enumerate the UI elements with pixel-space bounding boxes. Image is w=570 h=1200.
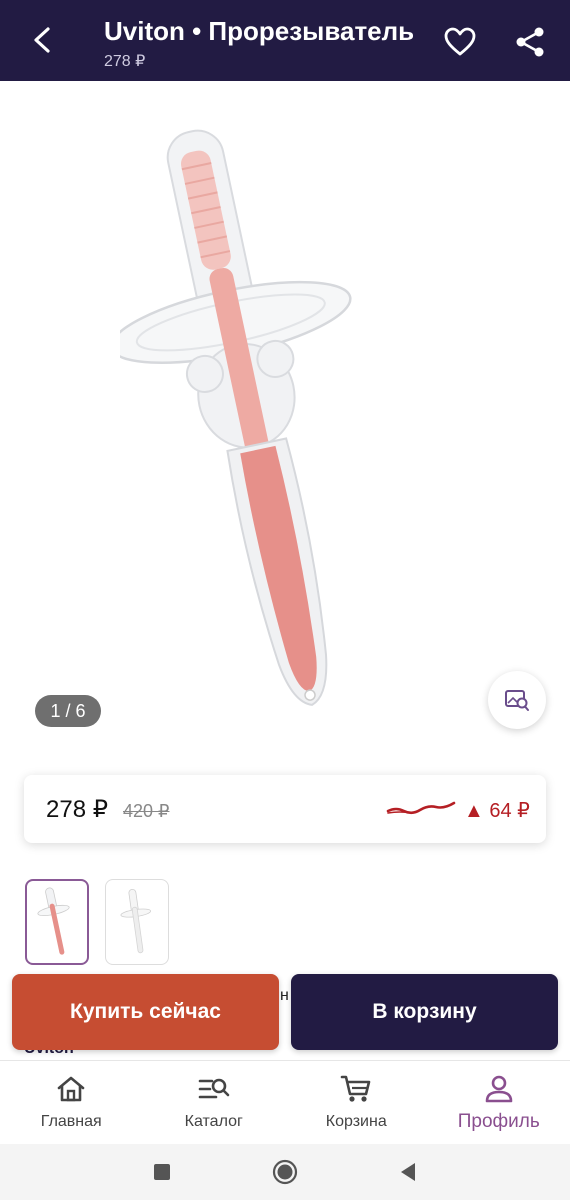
nav-label-cart: Корзина xyxy=(325,1113,387,1130)
back-arrow-icon xyxy=(34,27,50,53)
buy-now-button[interactable]: Купить сейчас xyxy=(12,974,279,1050)
favorite-button[interactable] xyxy=(440,22,480,62)
bottom-navigation: Главная Каталог Корзина Профиль xyxy=(0,1060,570,1144)
price-trend-icon xyxy=(386,801,456,815)
nav-label-profile: Профиль xyxy=(457,1111,540,1132)
nav-item-cart[interactable]: Корзина xyxy=(285,1061,428,1144)
current-price: 278 ₽ xyxy=(46,796,108,823)
header-price: 278 ₽ xyxy=(104,53,146,70)
thumbnail-image xyxy=(120,888,152,954)
nav-item-home[interactable]: Главная xyxy=(0,1061,143,1144)
heart-icon xyxy=(444,27,476,56)
product-image[interactable] xyxy=(120,101,420,731)
home-icon xyxy=(57,1076,85,1102)
description-fragment: н xyxy=(280,987,289,1004)
triangle-back-icon xyxy=(401,1163,416,1181)
circle-icon xyxy=(272,1159,298,1185)
old-price: 420 ₽ xyxy=(123,801,170,821)
thumbnail-image xyxy=(37,887,70,955)
nav-item-catalog[interactable]: Каталог xyxy=(143,1061,286,1144)
visual-search-button[interactable] xyxy=(488,671,546,729)
nav-label-home: Главная xyxy=(40,1113,102,1130)
page-title: Uviton • Прорезыватель xyxy=(104,16,415,46)
back-system-button[interactable] xyxy=(393,1157,423,1187)
add-to-cart-button[interactable]: В корзину xyxy=(291,974,558,1050)
profile-icon xyxy=(485,1075,513,1103)
home-system-button[interactable] xyxy=(270,1157,300,1187)
cart-icon xyxy=(340,1075,371,1102)
share-icon xyxy=(516,27,544,57)
system-navigation-bar xyxy=(0,1144,570,1200)
product-gallery[interactable]: 1 / 6 xyxy=(0,81,570,751)
top-app-bar: Uviton • Прорезыватель 278 ₽ xyxy=(0,0,570,81)
price-card[interactable]: 278 ₽ 420 ₽ ▲ 64 ₽ xyxy=(24,775,546,843)
price-change: ▲ 64 ₽ xyxy=(464,800,530,822)
share-button[interactable] xyxy=(510,22,550,62)
square-icon xyxy=(153,1164,170,1180)
thumbnail-strip xyxy=(25,879,169,967)
nav-label-catalog: Каталог xyxy=(184,1113,243,1130)
thumbnail-1[interactable] xyxy=(25,879,89,965)
nav-item-profile[interactable]: Профиль xyxy=(428,1061,570,1144)
catalog-search-icon xyxy=(198,1078,230,1099)
image-search-icon xyxy=(505,690,529,711)
recent-apps-button[interactable] xyxy=(147,1157,177,1187)
image-counter: 1 / 6 xyxy=(35,695,101,727)
thumbnail-2[interactable] xyxy=(105,879,169,965)
back-button[interactable] xyxy=(22,20,62,60)
